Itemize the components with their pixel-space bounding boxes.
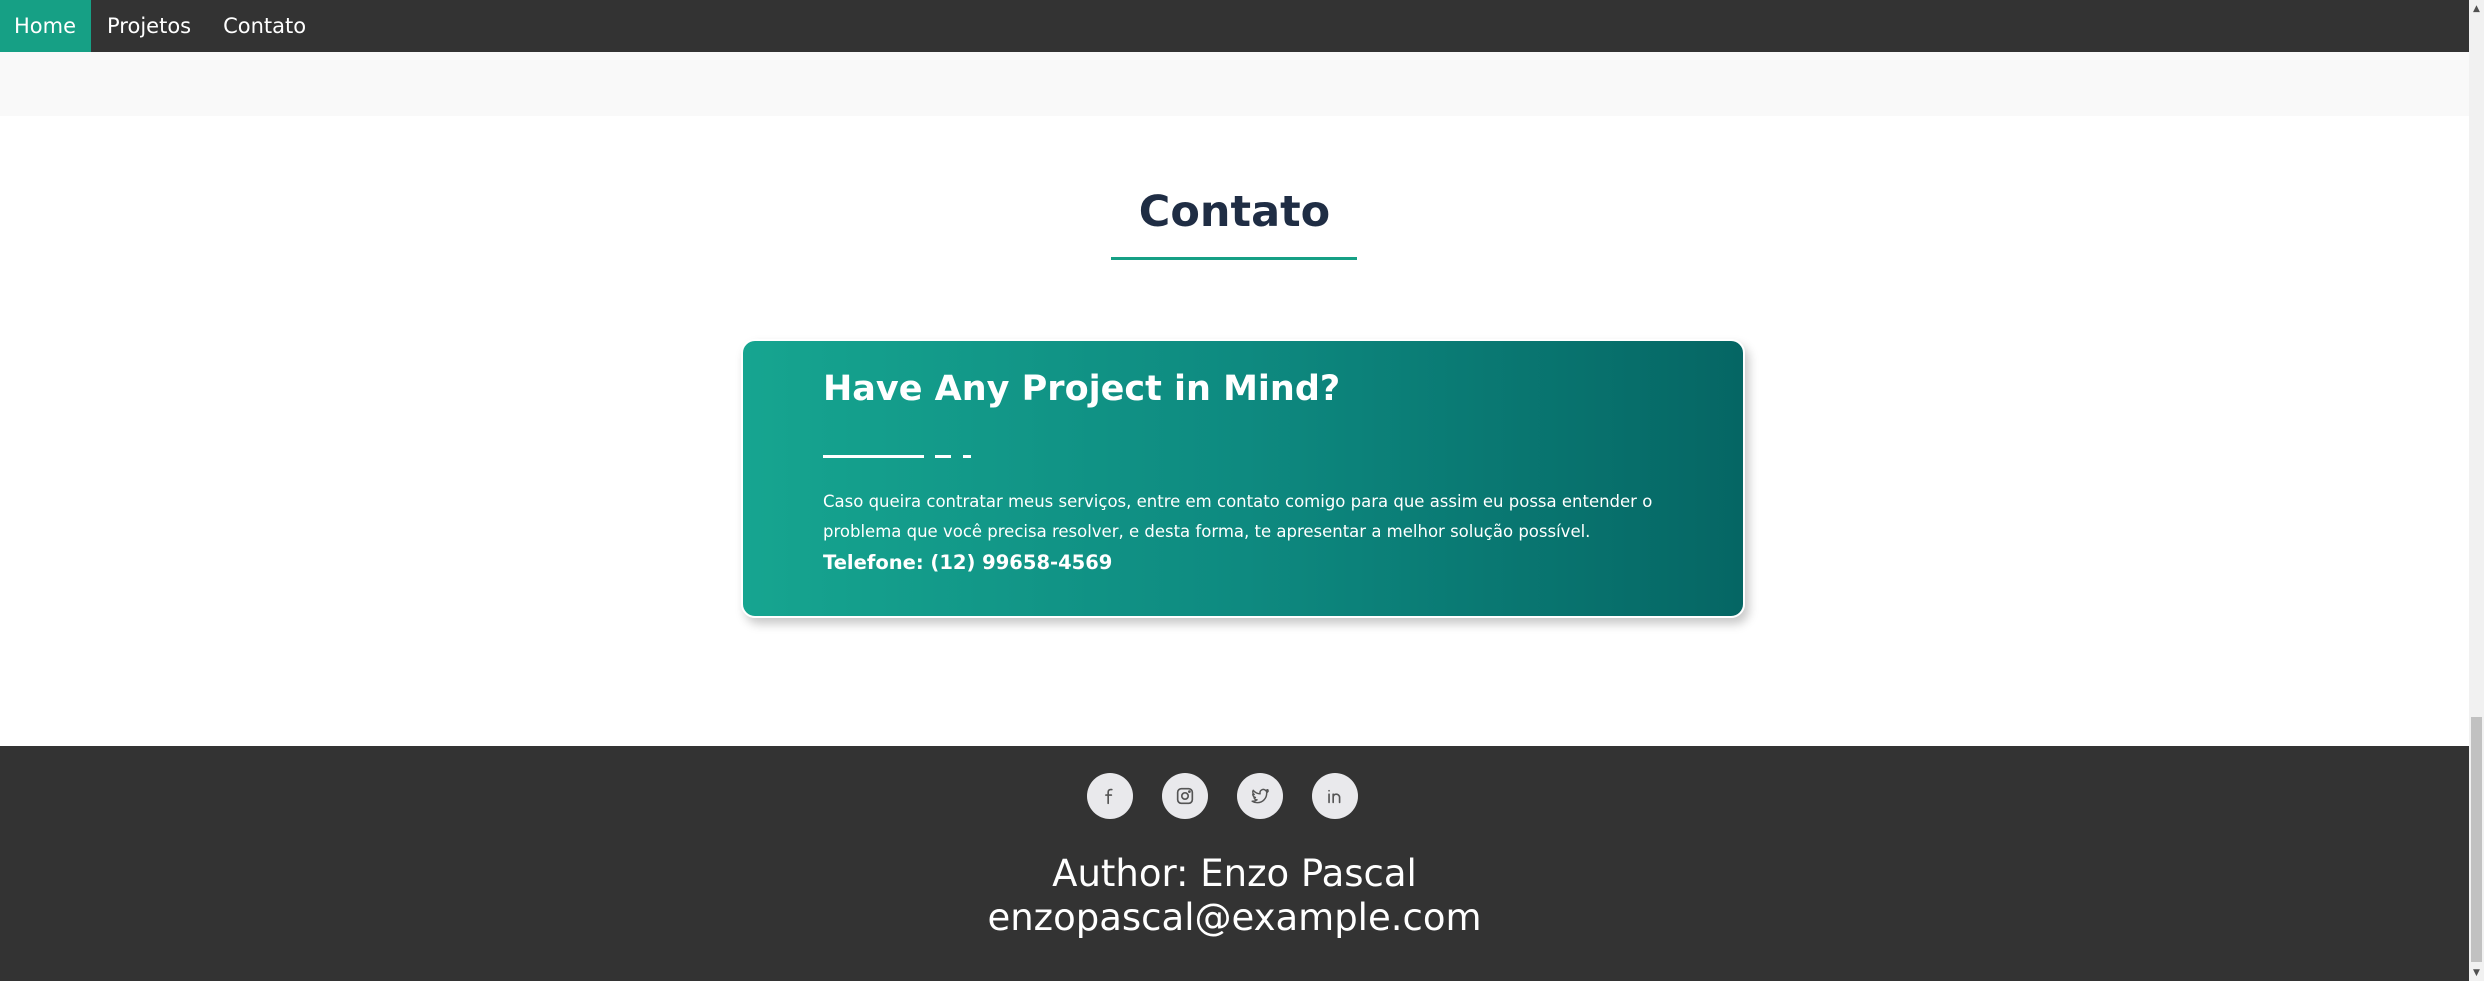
- instagram-icon: [1176, 787, 1194, 805]
- page: Home Projetos Contato Contato Have Any P…: [0, 0, 2484, 981]
- contact-card: Have Any Project in Mind? Caso queira co…: [741, 339, 1745, 618]
- nav-contato[interactable]: Contato: [207, 0, 322, 52]
- section-title: Contato: [1138, 187, 1331, 237]
- section-title-underline: [1111, 257, 1357, 260]
- linkedin-link[interactable]: [1312, 773, 1358, 819]
- scroll-down-arrow-icon[interactable]: ▼: [2469, 964, 2484, 981]
- top-navbar: Home Projetos Contato: [0, 0, 2469, 52]
- card-description: Caso queira contratar meus serviços, ent…: [823, 487, 1673, 547]
- linkedin-icon: [1328, 789, 1341, 804]
- scroll-up-arrow-icon[interactable]: ▲: [2469, 0, 2484, 17]
- card-divider-short: [935, 455, 951, 458]
- scrollbar-thumb[interactable]: [2471, 717, 2482, 962]
- card-title: Have Any Project in Mind?: [823, 369, 1341, 409]
- footer-email: enzopascal@example.com: [987, 896, 1482, 939]
- facebook-icon: [1105, 788, 1113, 805]
- card-description-line-1: Caso queira contratar meus serviços, ent…: [823, 492, 1653, 511]
- card-divider-dot: [963, 455, 971, 458]
- card-phone: Telefone: (12) 99658-4569: [823, 551, 1113, 574]
- social-links: [1087, 773, 1358, 819]
- facebook-link[interactable]: [1087, 773, 1133, 819]
- card-divider-long: [823, 455, 924, 458]
- twitter-link[interactable]: [1237, 773, 1283, 819]
- twitter-icon: [1251, 788, 1269, 804]
- nav-home[interactable]: Home: [0, 0, 92, 52]
- card-description-line-2: problema que você precisa resolver, e de…: [823, 522, 1591, 541]
- footer-author: Author: Enzo Pascal: [1052, 852, 1417, 895]
- previous-section-bottom: [0, 52, 2469, 116]
- footer: Author: Enzo Pascal enzopascal@example.c…: [0, 746, 2469, 981]
- nav-projetos[interactable]: Projetos: [91, 0, 207, 52]
- instagram-link[interactable]: [1162, 773, 1208, 819]
- vertical-scrollbar[interactable]: ▲ ▼: [2469, 0, 2484, 981]
